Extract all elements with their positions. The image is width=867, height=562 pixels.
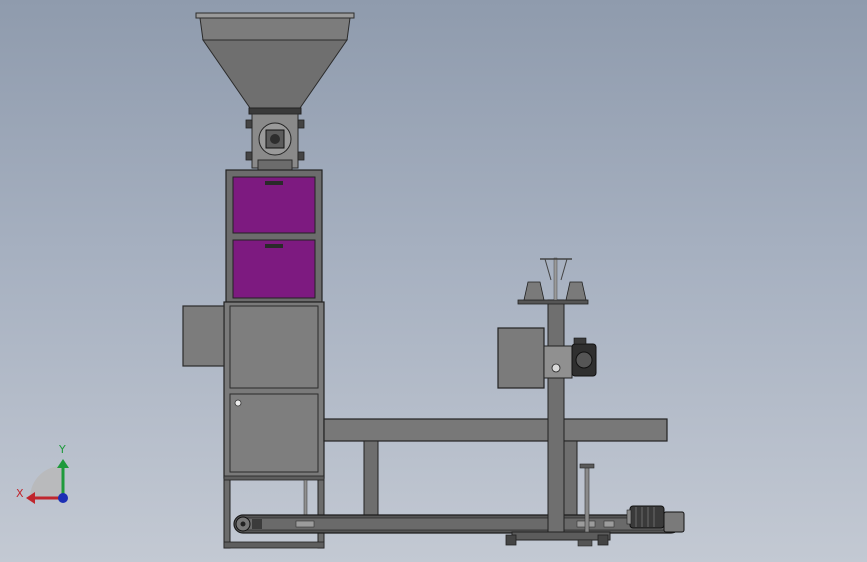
feeder-outlet (257, 159, 293, 171)
side-control-box[interactable] (182, 305, 225, 367)
feeder-shaft (270, 134, 280, 144)
hopper-neck (248, 107, 302, 115)
leg-right (317, 477, 325, 549)
weigh-panel-lower[interactable] (232, 239, 316, 299)
sewing-head-handwheel (551, 363, 561, 373)
triad-y-label: Y (59, 443, 66, 456)
weigh-panel-upper-handle (265, 181, 283, 185)
packing-machine-model[interactable] (0, 0, 867, 562)
conveyor-roller-left-hub (240, 521, 246, 527)
sewing-side-rod-cap (579, 463, 595, 469)
weigh-cabinet[interactable] (225, 169, 323, 303)
cabinet-door-upper[interactable] (229, 305, 319, 389)
leg-crossbar-top (223, 475, 325, 481)
thread-cone-right (565, 281, 587, 301)
leg-left (223, 477, 231, 549)
cad-3d-viewport[interactable]: X Y (0, 0, 867, 562)
sewing-base-foot-left (505, 534, 517, 546)
conveyor-motor[interactable] (626, 505, 685, 533)
thread-guide-arm-left (544, 258, 552, 281)
hopper-upper-box (199, 17, 351, 41)
sewing-column-post (547, 299, 565, 533)
feeder-bracket-left (245, 119, 253, 129)
thread-cone-left (523, 281, 545, 301)
triad-z-axis-dot (58, 493, 68, 503)
weigh-panel-lower-handle (265, 244, 283, 248)
conveyor-bracket-2 (295, 520, 315, 528)
sewing-control-box[interactable] (497, 327, 545, 389)
cabinet-door-lower[interactable] (229, 393, 319, 473)
thread-guide-arm-right (560, 258, 568, 281)
feeder-bracket-right-low (297, 151, 305, 161)
conveyor-motor-body (629, 505, 665, 529)
weigh-panel-upper[interactable] (232, 176, 316, 234)
sewing-motor-top (573, 337, 587, 345)
thread-plate (517, 299, 589, 305)
feeder-bracket-right (297, 119, 305, 129)
sewing-head[interactable] (497, 257, 597, 389)
sewing-motor-pulley (575, 351, 593, 369)
coordinate-triad (26, 459, 69, 504)
sewing-base-foot-right (597, 534, 609, 546)
conveyor-bracket-1 (252, 519, 262, 529)
hopper[interactable] (195, 12, 355, 115)
sewing-side-rod (584, 466, 590, 533)
hopper-rim (195, 12, 355, 19)
sewing-head-body (543, 345, 573, 379)
cabinet-door-lock[interactable] (234, 399, 242, 407)
conveyor-belt[interactable] (233, 514, 681, 534)
feeder-bracket-left-low (245, 151, 253, 161)
triad-y-axis-arrow (57, 459, 69, 468)
conveyor-bracket-4 (603, 520, 615, 528)
table-top (323, 418, 668, 442)
hopper-funnel (202, 39, 348, 109)
triad-x-label: X (16, 487, 24, 500)
thread-stand-post (553, 257, 558, 301)
machine-legs (223, 475, 325, 549)
leg-crossbar-bottom (223, 541, 325, 549)
sewing-base-adjuster (577, 539, 593, 547)
lower-cabinet[interactable] (182, 301, 325, 479)
feeder-valve[interactable] (245, 113, 305, 171)
sewing-column-base (511, 531, 611, 541)
conveyor-motor-cap (626, 509, 632, 525)
conveyor-gearbox (663, 511, 685, 533)
